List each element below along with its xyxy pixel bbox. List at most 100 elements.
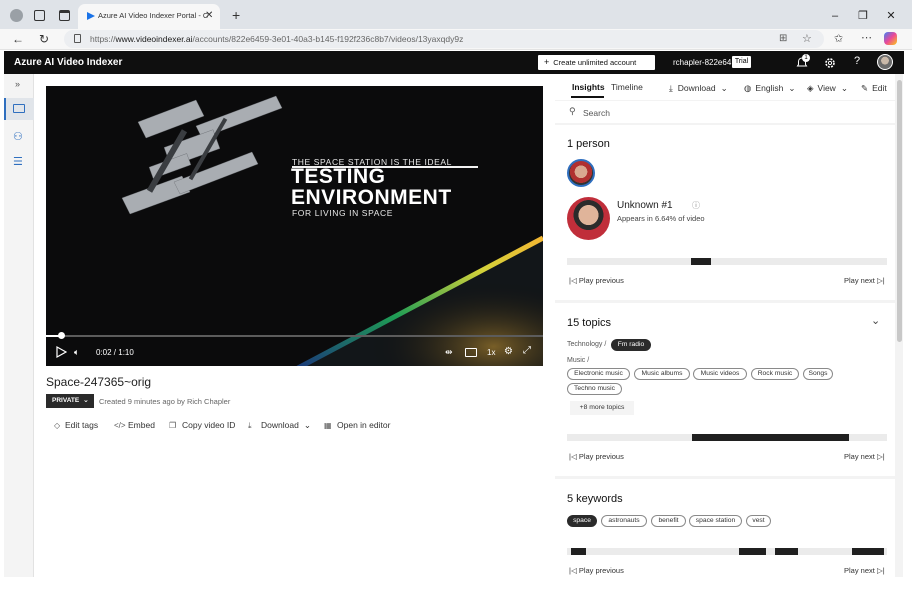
volume-icon[interactable]: 🔈︎ [74,347,86,359]
topics-play-previous[interactable]: |◁ Play previous [569,452,624,461]
collapse-topics-icon[interactable]: ⌄ [871,314,880,327]
topic-pill[interactable]: Songs [803,368,833,380]
info-icon[interactable]: ⓘ [692,200,700,211]
skip-back-icon: |◁ [569,276,579,285]
keywords-play-previous[interactable]: |◁ Play previous [569,566,624,575]
install-app-icon[interactable]: ⊞ [779,33,787,44]
person-timeline-segment[interactable] [691,258,711,265]
person-face-image [567,197,610,240]
expand-rail-icon[interactable]: » [15,79,20,89]
chevron-down-icon: ⌄ [83,397,89,404]
workspaces-icon[interactable] [34,10,45,21]
keywords-play-next-label: Play next [844,566,875,575]
keywords-timeline-segment[interactable] [571,548,586,555]
copilot-icon[interactable] [884,32,897,45]
user-name[interactable]: rchapler-822e64 [673,58,731,67]
close-tab-icon[interactable]: ✕ [205,10,213,21]
audio-track-icon[interactable]: ⇹ [445,347,457,359]
keywords-play-next[interactable]: Play next ▷| [844,566,885,575]
restore-icon[interactable]: ❐ [856,9,870,23]
skip-forward-icon: ▷| [874,566,885,575]
browser-tab-title: Azure AI Video Indexer Portal - C [98,11,208,20]
back-icon[interactable]: ← [12,32,24,46]
tab-actions-icon[interactable] [59,10,70,21]
people-icon[interactable]: ⚇ [13,130,23,143]
keywords-timeline-segment[interactable] [852,548,884,555]
open-in-editor-label: Open in editor [337,420,391,430]
profile-avatar-icon[interactable] [10,9,23,22]
more-menu-icon[interactable]: ⋯ [861,31,872,44]
topics-play-previous-label: Play previous [578,452,624,461]
topic-pill-fm-radio[interactable]: Fm radio [611,339,651,351]
keywords-timeline-segment[interactable] [775,548,798,555]
download-video-button[interactable]: ⤓ Download ⌄ [248,420,311,431]
create-account-button[interactable]: + Create unlimited account [538,55,655,70]
insights-download-button[interactable]: ⤓ Download ⌄ [669,83,728,94]
edit-label: Edit [872,83,887,93]
film-icon [13,104,25,113]
keyword-pill[interactable]: space [567,515,597,527]
topics-title: 15 topics [567,317,612,329]
play-icon[interactable] [55,346,67,358]
person-timeline-bar [567,258,887,265]
fullscreen-icon[interactable]: ⤢ [523,345,535,357]
filters-icon[interactable]: ☰ [13,155,23,168]
panel-scrollbar[interactable] [897,80,902,342]
topic-pill[interactable]: Music videos [693,368,747,380]
favorites-icon[interactable]: ✩ [834,32,843,45]
refresh-icon[interactable]: ↻ [39,32,49,46]
video-player[interactable] [46,86,543,366]
keyword-pill[interactable]: benefit [651,515,686,527]
video-scrub-track[interactable] [46,335,543,337]
topics-play-next-label: Play next [844,452,875,461]
keywords-timeline-segment[interactable] [739,548,766,555]
tab-insights[interactable]: Insights [572,82,605,92]
person-play-previous-label: Play previous [578,276,624,285]
video-settings-gear-icon[interactable]: ⚙ [504,346,516,358]
topic-pill[interactable]: Rock music [751,368,799,380]
trial-badge: Trial [732,56,751,68]
playback-speed[interactable]: 1x [487,348,495,357]
minimize-icon[interactable]: – [828,9,842,23]
video-scrub-handle[interactable] [58,332,65,339]
copy-video-id-button[interactable]: ❐ Copy video ID [169,420,235,430]
open-in-editor-button[interactable]: ▦ Open in editor [324,420,390,430]
person-name: Unknown #1 [617,200,673,211]
edit-button[interactable]: ✎ Edit [861,83,887,94]
lock-icon[interactable] [74,34,81,43]
topic-pill[interactable]: Electronic music [567,368,630,380]
topics-timeline-segment[interactable] [692,434,849,441]
topic-pill[interactable]: Music albums [634,368,690,380]
edit-tags-button[interactable]: ◇ Edit tags [54,420,98,430]
close-window-icon[interactable]: ✕ [884,9,898,23]
new-tab-button[interactable]: + [232,7,240,23]
help-icon[interactable]: ? [854,55,860,67]
privacy-dropdown[interactable]: PRIVATE ⌄ [46,394,94,408]
keyword-pill[interactable]: vest [746,515,771,527]
skip-back-icon: |◁ [569,452,579,461]
topic-group-technology: Technology / [567,341,607,348]
person-play-next[interactable]: Play next ▷| [844,276,885,285]
favorite-star-icon[interactable]: ☆ [802,32,812,45]
topic-pill[interactable]: Techno music [567,383,622,395]
language-dropdown[interactable]: ◍ English ⌄ [744,83,795,94]
video-title: Space-247365~orig [46,375,152,389]
user-avatar[interactable] [877,54,893,70]
search-icon: ⚲ [569,106,576,116]
person-play-previous[interactable]: |◁ Play previous [569,276,624,285]
topics-play-next[interactable]: Play next ▷| [844,452,885,461]
tab-timeline[interactable]: Timeline [611,82,643,92]
keyword-pill[interactable]: astronauts [601,515,647,527]
chevron-down-icon: ⌄ [303,420,311,430]
embed-button[interactable]: </> Embed [114,420,155,430]
captions-icon[interactable] [465,348,477,357]
search-input[interactable]: Search [583,108,610,118]
keyword-pill[interactable]: space station [689,515,742,527]
view-dropdown[interactable]: ◈ View ⌄ [807,83,848,94]
more-topics-button[interactable]: +8 more topics [570,401,634,415]
settings-gear-icon[interactable] [823,56,837,70]
video-time: 0:02 / 1:10 [96,348,134,357]
person-thumbnail[interactable] [567,159,595,187]
globe-icon: ◍ [744,83,752,93]
url-text[interactable]: https://www.videoindexer.ai/accounts/822… [90,34,463,44]
